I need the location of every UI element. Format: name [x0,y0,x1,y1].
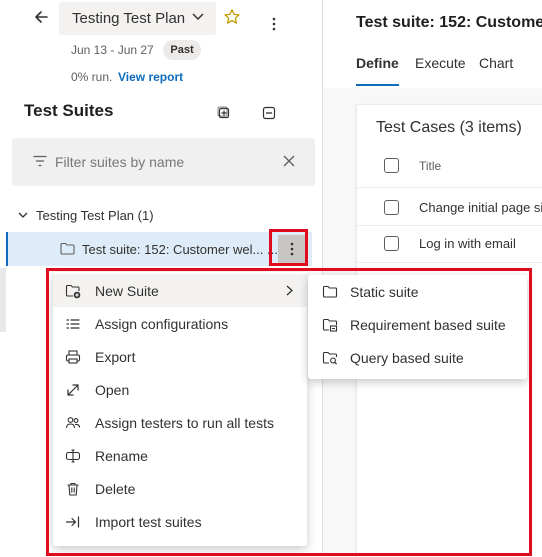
favorite-star-icon[interactable] [223,8,241,26]
suite-label: Test suite: 152: Customer wel... ... [82,242,278,257]
filter-box[interactable] [12,138,315,186]
folder-icon [60,242,75,255]
tab-chart[interactable]: Chart [479,55,513,71]
run-status: 0% run. [71,70,113,84]
table-row[interactable]: Log in with email [419,236,516,251]
tree-root-label: Testing Test Plan (1) [36,207,154,223]
suite-title: Test suite: 152: Customer [356,14,542,31]
active-tab-indicator [356,84,399,86]
status-badge: Past [163,40,201,60]
close-icon[interactable] [283,155,295,167]
test-cases-title: Test Cases (3 items) [376,119,522,136]
filter-suites-input[interactable] [55,150,275,174]
plan-name: Testing Test Plan [72,10,186,27]
row-divider [357,187,542,188]
chevron-down-icon[interactable] [18,212,28,219]
left-edge-strip [0,268,6,332]
case-checkbox[interactable] [384,236,399,251]
table-row[interactable]: Change initial page si [419,200,542,215]
expand-all-icon[interactable] [216,105,232,121]
more-options-icon[interactable] [271,17,277,31]
row-divider [357,262,542,263]
chevron-down-icon [192,13,204,21]
row-divider [357,225,542,226]
select-all-checkbox[interactable] [384,158,399,173]
highlight-box-menu [46,268,532,556]
case-checkbox[interactable] [384,200,399,215]
highlight-box-more-button [269,229,308,266]
test-suites-title: Test Suites [24,101,114,120]
view-report-link[interactable]: View report [118,70,183,84]
plan-dates: Jun 13 - Jun 27 [71,43,154,57]
tab-define[interactable]: Define [356,55,399,71]
column-header-title[interactable]: Title [419,159,441,173]
filter-icon [33,155,47,167]
collapse-all-icon[interactable] [261,105,277,121]
tab-execute[interactable]: Execute [415,55,466,71]
back-arrow-icon[interactable] [30,6,52,28]
selected-suite-row[interactable]: Test suite: 152: Customer wel... ... [6,232,312,266]
plan-selector[interactable]: Testing Test Plan [59,2,216,35]
tree-root-item[interactable]: Testing Test Plan (1) [18,205,154,225]
